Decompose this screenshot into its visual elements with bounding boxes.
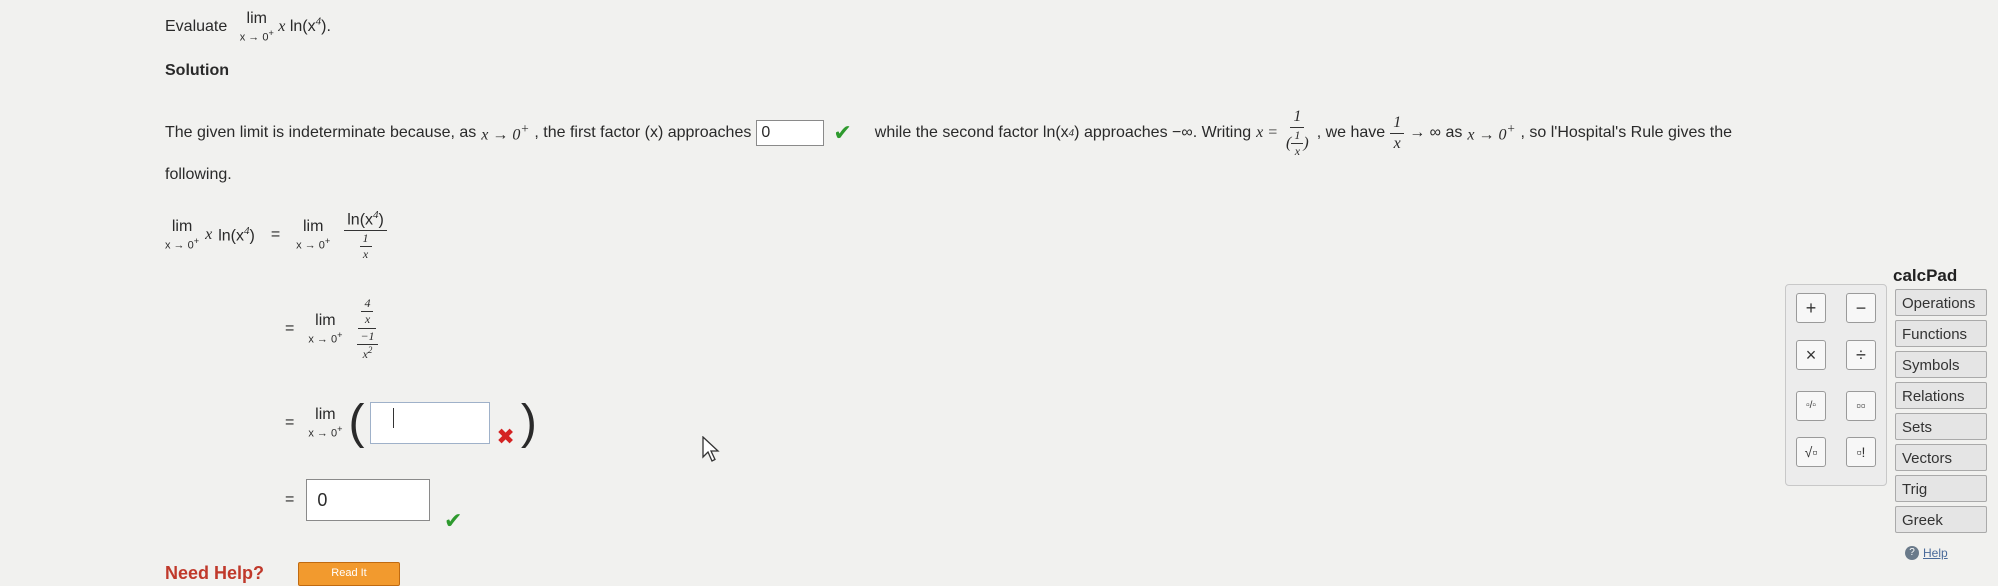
cross-icon: ✖ xyxy=(496,424,515,449)
step-1: lim x → 0+ x ln(x4) = lim x → 0+ ln(x4) … xyxy=(165,205,387,265)
text-cursor xyxy=(393,408,394,428)
x-to-zero: x → 0+ xyxy=(481,121,530,144)
tab-greek[interactable]: Greek xyxy=(1895,506,1987,533)
fraction-button[interactable]: ▫/▫ xyxy=(1796,391,1826,421)
step-1-fraction: ln(x4) 1x xyxy=(344,209,387,261)
solution-paragraph: The given limit is indeterminate because… xyxy=(165,108,1733,158)
question-limit: lim x → 0+ xyxy=(239,10,274,44)
answer-box-1[interactable]: 0 xyxy=(756,120,825,146)
times-button[interactable]: × xyxy=(1796,340,1826,370)
calcpad-title: calcPad xyxy=(1893,266,1958,285)
power-button[interactable]: ▫▫ xyxy=(1846,391,1876,421)
tab-vectors[interactable]: Vectors xyxy=(1895,444,1987,471)
tab-functions[interactable]: Functions xyxy=(1895,320,1987,347)
tab-trig[interactable]: Trig xyxy=(1895,475,1987,502)
sqrt-button[interactable]: √▫ xyxy=(1796,437,1826,467)
help-icon: ? xyxy=(1905,546,1919,560)
paragraph-following: following. xyxy=(165,166,232,183)
answer-box-3[interactable]: 0 xyxy=(306,479,431,521)
solution-heading: Solution xyxy=(165,62,229,79)
step-3: = lim x → 0+ ( ✖ ) xyxy=(285,396,537,450)
step-2-fraction: 4x −1 x2 xyxy=(354,296,380,361)
answer-box-2[interactable] xyxy=(370,402,491,444)
question-prefix: Evaluate xyxy=(165,17,228,35)
one-over-x: 1 x xyxy=(1390,114,1405,152)
plus-button[interactable]: + xyxy=(1796,293,1826,323)
help-link[interactable]: ? Help xyxy=(1905,546,1948,560)
tab-operations[interactable]: Operations xyxy=(1895,289,1987,316)
tab-symbols[interactable]: Symbols xyxy=(1895,351,1987,378)
check-icon: ✔ xyxy=(833,120,852,145)
calcpad-panel: + − × ÷ ▫/▫ ▫▫ √▫ ▫! xyxy=(1785,284,1887,486)
tab-relations[interactable]: Relations xyxy=(1895,382,1987,409)
writing-fraction: 1 (1 x) xyxy=(1286,108,1309,158)
question-line: Evaluate lim x → 0+ x ln(x4). xyxy=(165,10,331,44)
step-4: = 0 xyxy=(285,478,431,522)
divide-button[interactable]: ÷ xyxy=(1846,340,1876,370)
minus-button[interactable]: − xyxy=(1846,293,1876,323)
factorial-button[interactable]: ▫! xyxy=(1846,437,1876,467)
mouse-pointer-icon xyxy=(702,435,722,467)
need-help-label: Need Help? xyxy=(165,563,265,583)
tab-sets[interactable]: Sets xyxy=(1895,413,1987,440)
read-it-button[interactable]: Read It xyxy=(298,562,400,586)
step-2: = lim x → 0+ 4x −1 x2 xyxy=(285,290,381,368)
check-icon-2: ✔ xyxy=(444,508,463,533)
